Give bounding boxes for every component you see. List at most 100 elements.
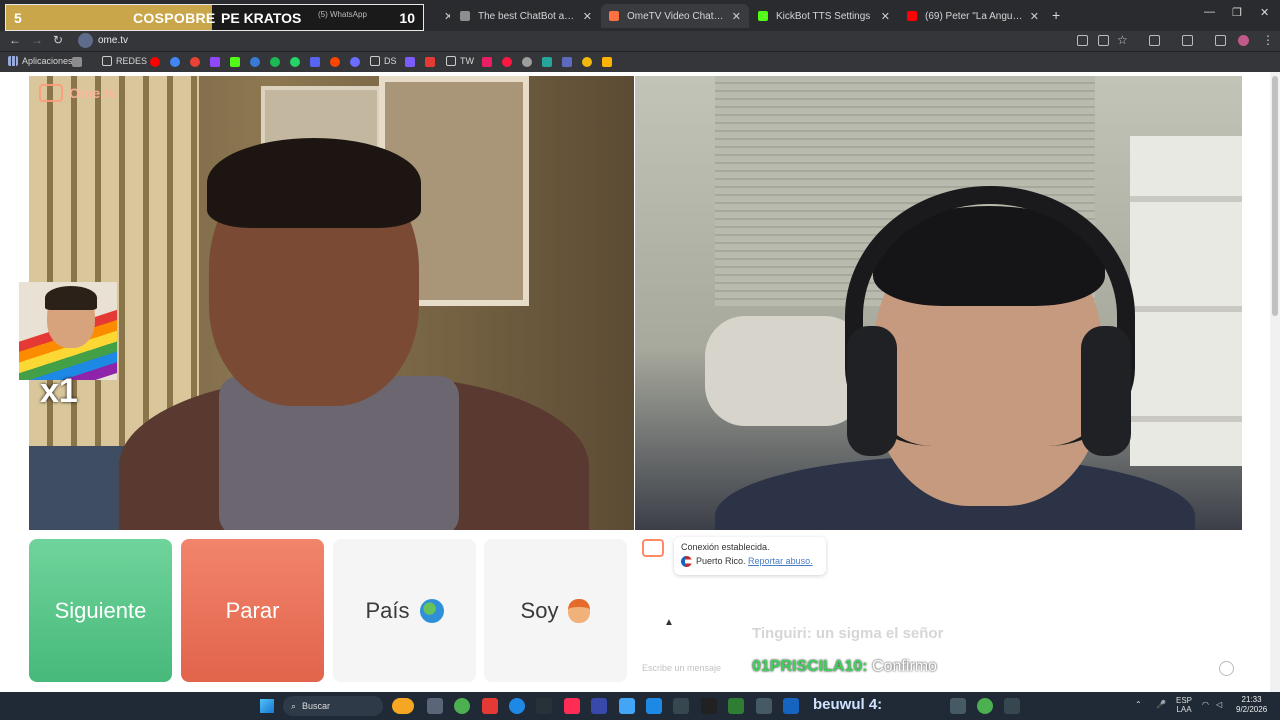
reload-icon[interactable]: ↻ bbox=[53, 33, 63, 47]
new-tab-button[interactable]: + bbox=[1052, 7, 1060, 23]
country-button[interactable]: País bbox=[333, 539, 476, 682]
tab-chatbot[interactable]: The best ChatBot and Widgets ✕ bbox=[452, 4, 600, 28]
profile-avatar[interactable] bbox=[1238, 35, 1249, 46]
maximize-button[interactable]: ❐ bbox=[1232, 6, 1242, 19]
ometv-logo: Ome.tv bbox=[39, 84, 116, 102]
next-label: Siguiente bbox=[54, 597, 147, 623]
scrollbar-thumb[interactable] bbox=[1272, 76, 1278, 316]
bookmark-icon[interactable] bbox=[522, 57, 532, 67]
tab-ometv[interactable]: OmeTV Video Chat — Ome ✕ bbox=[601, 4, 749, 28]
stop-button[interactable]: Parar bbox=[181, 539, 324, 682]
close-icon[interactable]: ✕ bbox=[444, 10, 450, 23]
whatsapp-icon[interactable] bbox=[290, 57, 300, 67]
tab-youtube[interactable]: (69) Peter "La Anguila" #funny ✕ bbox=[899, 4, 1047, 28]
gmail-icon[interactable] bbox=[190, 57, 200, 67]
close-icon[interactable]: ✕ bbox=[881, 10, 890, 23]
whatsapp-tab-label[interactable]: (5) WhatsApp bbox=[318, 10, 367, 19]
steam-icon[interactable] bbox=[673, 698, 689, 714]
sidepanel-icon[interactable] bbox=[1182, 35, 1193, 46]
bookmark-icon[interactable] bbox=[602, 57, 612, 67]
bookmark-icon[interactable] bbox=[425, 57, 435, 67]
grid-icon[interactable] bbox=[72, 57, 82, 67]
close-window-button[interactable]: ✕ bbox=[1260, 6, 1269, 19]
tiktok-icon[interactable] bbox=[564, 698, 580, 714]
twitch-icon[interactable] bbox=[210, 57, 220, 67]
wifi-icon[interactable]: ◠ bbox=[1202, 700, 1209, 709]
spotify-icon[interactable] bbox=[270, 57, 280, 67]
extensions-icon[interactable] bbox=[1149, 35, 1160, 46]
lang-primary: ESP bbox=[1176, 696, 1193, 705]
chat-username: Tinguiri: bbox=[752, 625, 812, 642]
system-clock[interactable]: 21:33 9/2/2026 bbox=[1236, 695, 1267, 715]
app-icon[interactable] bbox=[728, 698, 744, 714]
install-icon[interactable] bbox=[1098, 35, 1109, 46]
message-input[interactable]: Escribe un mensaje bbox=[642, 663, 721, 673]
language-indicator[interactable]: ESP LAA bbox=[1176, 696, 1192, 714]
app-icon[interactable] bbox=[536, 698, 552, 714]
chrome-icon[interactable] bbox=[454, 698, 470, 714]
close-icon[interactable]: ✕ bbox=[1030, 10, 1039, 23]
bookmark-icon[interactable] bbox=[405, 57, 415, 67]
bookmark-label: REDES bbox=[116, 56, 148, 66]
windows-start-icon[interactable] bbox=[260, 699, 274, 713]
kick-icon[interactable] bbox=[230, 57, 240, 67]
forward-arrow-icon[interactable]: → bbox=[31, 33, 43, 47]
next-button[interactable]: Siguiente bbox=[29, 539, 172, 682]
bookmark-folder-tw[interactable]: TW bbox=[446, 56, 474, 66]
reddit-icon[interactable] bbox=[330, 57, 340, 67]
scrollbar[interactable] bbox=[1270, 72, 1280, 692]
edge-icon[interactable] bbox=[509, 698, 525, 714]
google-icon[interactable] bbox=[170, 57, 180, 67]
bookmark-icon[interactable] bbox=[350, 57, 360, 67]
volume-icon[interactable]: ◁ bbox=[1216, 700, 1222, 709]
file-icon[interactable] bbox=[619, 698, 635, 714]
bookmark-apps[interactable]: Aplicaciones bbox=[8, 56, 73, 66]
bookmark-star-icon[interactable]: ☆ bbox=[1117, 33, 1128, 47]
steam-icon[interactable] bbox=[1004, 698, 1020, 714]
weather-icon[interactable] bbox=[392, 698, 414, 714]
sticker-hair bbox=[45, 286, 97, 310]
minimize-button[interactable]: — bbox=[1204, 6, 1215, 18]
app-icon[interactable] bbox=[701, 698, 717, 714]
tab-kickbot[interactable]: KickBot TTS Settings ✕ bbox=[750, 4, 898, 28]
task-view-icon[interactable] bbox=[427, 698, 443, 714]
app-icon[interactable] bbox=[482, 698, 498, 714]
media-icon[interactable] bbox=[1215, 35, 1226, 46]
taskbar-search[interactable]: ⌕ Buscar bbox=[283, 696, 383, 716]
chrome-icon[interactable] bbox=[977, 698, 993, 714]
app-icon[interactable] bbox=[950, 698, 966, 714]
mic-icon[interactable]: 🎤 bbox=[1156, 700, 1166, 709]
menu-icon[interactable]: ⋮ bbox=[1262, 33, 1274, 47]
youtube-icon[interactable] bbox=[150, 57, 160, 67]
bookmark-folder-redes[interactable]: REDES bbox=[102, 56, 147, 66]
bookmark-icon[interactable] bbox=[482, 57, 492, 67]
binance-icon[interactable] bbox=[582, 57, 592, 67]
stop-label: Parar bbox=[225, 597, 280, 623]
logo-text: Ome.tv bbox=[69, 85, 117, 101]
emoji-icon[interactable] bbox=[1219, 661, 1234, 676]
bookmark-icon[interactable] bbox=[562, 57, 572, 67]
bookmarks-bar: Aplicaciones REDES DS TW bbox=[0, 52, 1280, 72]
close-icon[interactable]: ✕ bbox=[732, 10, 741, 23]
back-arrow-icon[interactable]: ← bbox=[9, 33, 21, 47]
bookmark-icon[interactable] bbox=[502, 57, 512, 67]
kick-favicon-icon bbox=[758, 11, 768, 21]
bookmark-folder-ds[interactable]: DS bbox=[370, 56, 397, 66]
tab-close-whatsapp[interactable]: ✕ bbox=[430, 4, 450, 28]
close-icon[interactable]: ✕ bbox=[583, 10, 592, 23]
app-icon[interactable] bbox=[756, 698, 772, 714]
bookmark-icon[interactable] bbox=[250, 57, 260, 67]
sticker-multiplier: x1 bbox=[40, 372, 78, 410]
site-info-icon[interactable] bbox=[78, 33, 93, 48]
translate-icon[interactable] bbox=[1077, 35, 1088, 46]
ometv-favicon-icon bbox=[609, 11, 619, 21]
url-text[interactable]: ome.tv bbox=[98, 35, 128, 46]
app-icon[interactable] bbox=[646, 698, 662, 714]
bookmark-icon[interactable] bbox=[542, 57, 552, 67]
app-icon[interactable] bbox=[783, 698, 799, 714]
discord-icon[interactable] bbox=[310, 57, 320, 67]
report-abuse-link[interactable]: Reportar abuso. bbox=[748, 556, 813, 566]
app-icon[interactable] bbox=[591, 698, 607, 714]
chevron-up-icon[interactable]: ⌃ bbox=[1135, 700, 1142, 709]
gender-button[interactable]: Soy bbox=[484, 539, 627, 682]
